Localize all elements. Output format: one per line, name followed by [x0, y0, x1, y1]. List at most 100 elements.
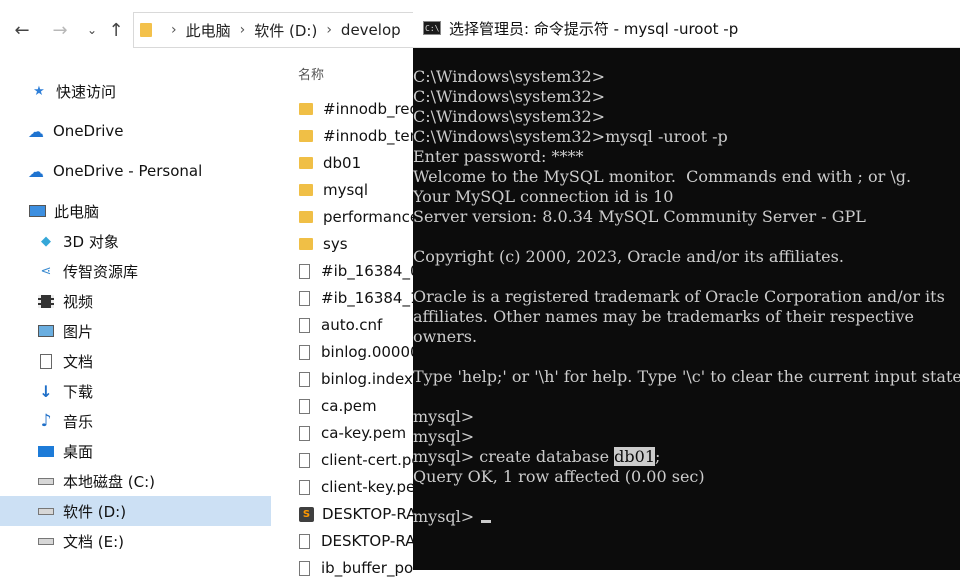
file-row[interactable]: #ib_16384_0.dblwr [299, 258, 414, 284]
file-icon [299, 344, 310, 360]
terminal-output[interactable]: C:\Windows\system32> C:\Windows\system32>… [413, 67, 960, 570]
computer-icon [28, 203, 46, 219]
file-row[interactable]: #innodb_redo [299, 96, 414, 122]
sidebar-item-label: 软件 (D:) [63, 502, 127, 521]
terminal-line: C:\Windows\system32>mysql -uroot -p [413, 127, 728, 146]
sidebar-item-3d-objects[interactable]: ◆ 3D 对象 [0, 226, 308, 256]
download-icon: ↓ [39, 381, 53, 401]
file-row[interactable]: ca.pem [299, 393, 414, 419]
folder-icon [299, 103, 313, 115]
terminal-line: Type 'help;' or '\h' for help. Type '\c'… [413, 367, 960, 386]
file-name: sys [323, 235, 348, 253]
file-name: #innodb_redo [323, 100, 414, 118]
cloud-icon: ☁ [28, 161, 44, 181]
breadcrumb-this-pc[interactable]: 此电脑 [186, 20, 231, 41]
terminal-line: Your MySQL connection id is 10 [413, 187, 674, 206]
sidebar-item-software-d[interactable]: 软件 (D:) [0, 496, 271, 526]
file-row[interactable]: sys [299, 231, 414, 257]
mysql-prompt: mysql> [413, 507, 475, 526]
address-bar[interactable]: › 此电脑 › 软件 (D:) › develop [133, 12, 435, 48]
breadcrumb-develop[interactable]: develop [341, 21, 401, 39]
chevron-right-icon[interactable]: › [171, 22, 177, 38]
file-name: db01 [323, 154, 362, 172]
folder-icon [140, 23, 152, 37]
file-row[interactable]: mysql [299, 177, 414, 203]
file-row[interactable]: DESKTOP-RA [299, 528, 414, 554]
file-icon [299, 263, 310, 279]
file-row[interactable]: ca-key.pem [299, 420, 414, 446]
back-arrow-icon[interactable]: ← [10, 16, 34, 44]
file-icon [299, 317, 310, 333]
file-icon [299, 479, 310, 495]
file-row[interactable]: client-cert.pem [299, 447, 414, 473]
terminal-line: Query OK, 1 row affected (0.00 sec) [413, 467, 705, 486]
sidebar-item-this-pc[interactable]: 此电脑 [0, 196, 299, 226]
sidebar-item-documents-e[interactable]: 文档 (E:) [0, 526, 308, 556]
cube-icon: ◆ [41, 233, 51, 249]
file-list: 名称 #innodb_redo #innodb_temp db01 mysql perf… [272, 60, 414, 577]
cmd-window[interactable]: C:\ 选择管理员: 命令提示符 - mysql -uroot -p C:\Wi… [413, 9, 960, 570]
file-row[interactable]: binlog.000001 [299, 339, 414, 365]
sidebar-item-desktop[interactable]: 桌面 [0, 436, 308, 466]
terminal-text: ; [655, 447, 661, 466]
sidebar-item-label: 下载 [63, 382, 94, 401]
up-arrow-icon[interactable]: ↑ [104, 16, 128, 44]
document-icon [37, 353, 55, 369]
sidebar-item-label: OneDrive [53, 122, 124, 140]
sidebar-item-local-disk-c[interactable]: 本地磁盘 (C:) [0, 466, 308, 496]
file-row[interactable]: client-key.pem [299, 474, 414, 500]
navigation-pane: ★ 快速访问 ☁ OneDrive ☁ OneDrive - Personal … [0, 60, 272, 570]
video-icon [37, 293, 55, 309]
sidebar-item-videos[interactable]: 视频 [0, 286, 308, 316]
terminal-line: mysql> [413, 407, 475, 426]
terminal-line: owners. [413, 327, 478, 346]
sidebar-item-label: 文档 [63, 352, 94, 371]
folder-icon [299, 238, 313, 250]
drive-icon [37, 533, 55, 549]
file-name: performance_schema [323, 208, 414, 226]
file-row[interactable]: S DESKTOP-RA [299, 501, 414, 527]
selected-text: db01 [614, 447, 656, 466]
breadcrumb-d-drive[interactable]: 软件 (D:) [254, 20, 317, 41]
cmd-title-bar[interactable]: C:\ 选择管理员: 命令提示符 - mysql -uroot -p [413, 9, 960, 48]
drive-icon [37, 503, 55, 519]
file-row[interactable]: binlog.index [299, 366, 414, 392]
file-name: ib_buffer_pool [321, 559, 414, 577]
picture-icon [37, 323, 55, 339]
file-row[interactable]: db01 [299, 150, 414, 176]
file-row[interactable]: #innodb_temp [299, 123, 414, 149]
sidebar-item-onedrive[interactable]: ☁ OneDrive [0, 116, 298, 146]
sidebar-item-label: 文档 (E:) [63, 532, 125, 551]
desktop-icon [37, 443, 55, 459]
terminal-line: C:\Windows\system32> [413, 107, 606, 126]
sidebar-item-network-library[interactable]: ⋖ 传智资源库 [0, 256, 308, 286]
chevron-right-icon[interactable]: › [326, 22, 332, 38]
sidebar-item-documents[interactable]: 文档 [0, 346, 308, 376]
file-name: #ib_16384_0.dblwr [321, 262, 414, 280]
file-row[interactable]: #ib_16384_1.dblwr [299, 285, 414, 311]
terminal-line: Oracle is a registered trademark of Orac… [413, 287, 945, 306]
file-row[interactable]: performance_schema [299, 204, 414, 230]
column-header-name[interactable]: 名称 [298, 64, 324, 83]
sidebar-item-downloads[interactable]: ↓ 下载 [0, 376, 308, 406]
file-name: auto.cnf [321, 316, 383, 334]
file-row[interactable]: auto.cnf [299, 312, 414, 338]
sidebar-item-pictures[interactable]: 图片 [0, 316, 308, 346]
sidebar-item-quick-access[interactable]: ★ 快速访问 [0, 76, 301, 106]
recent-locations-chevron-icon[interactable]: ⌄ [80, 16, 104, 44]
sidebar-item-label: 此电脑 [54, 202, 100, 221]
folder-icon [299, 157, 313, 169]
sidebar-item-music[interactable]: ♪ 音乐 [0, 406, 308, 436]
forward-arrow-icon[interactable]: → [48, 16, 72, 44]
file-row[interactable]: ib_buffer_pool [299, 555, 414, 581]
terminal-line: mysql> [413, 427, 475, 446]
terminal-prompt-line[interactable]: mysql> [413, 507, 492, 527]
file-name: client-cert.pem [321, 451, 414, 469]
sidebar-item-label: 传智资源库 [63, 262, 139, 281]
sidebar-item-label: 本地磁盘 (C:) [63, 472, 155, 491]
cmd-icon: C:\ [423, 21, 441, 35]
terminal-line: Welcome to the MySQL monitor. Commands e… [413, 167, 912, 186]
chevron-right-icon[interactable]: › [240, 22, 246, 38]
file-icon [299, 560, 310, 576]
sidebar-item-onedrive-personal[interactable]: ☁ OneDrive - Personal [0, 156, 298, 186]
